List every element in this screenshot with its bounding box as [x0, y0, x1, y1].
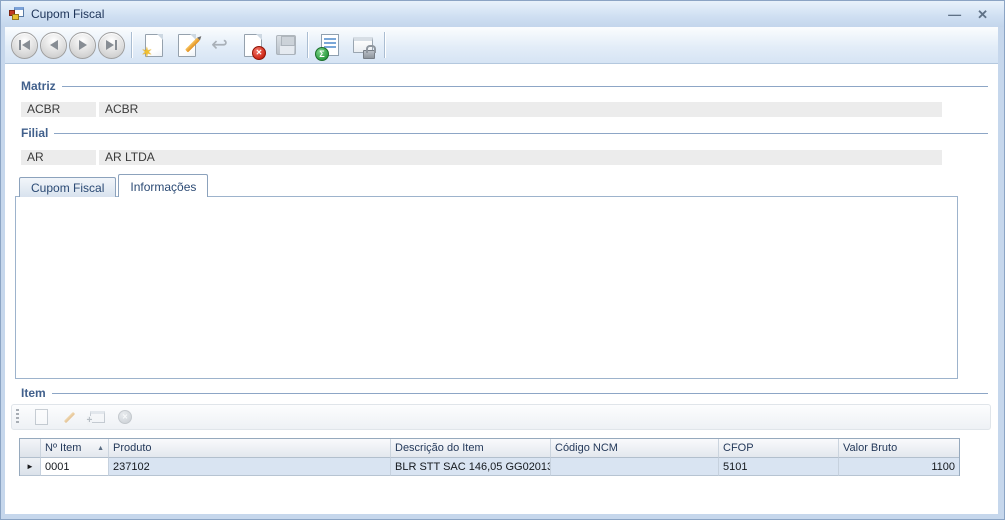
item-insert-window-button[interactable]: +	[87, 407, 107, 427]
column-header-codigo-ncm[interactable]: Código NCM	[551, 439, 719, 458]
cancel-record-button[interactable]: ✕	[237, 30, 268, 61]
filial-group-header: Filial	[21, 126, 988, 140]
first-record-icon	[19, 40, 21, 50]
sigma-icon: Σ	[315, 47, 329, 61]
first-record-button[interactable]	[11, 32, 38, 59]
edit-record-button[interactable]	[171, 30, 202, 61]
save-button[interactable]	[270, 30, 301, 61]
column-header-valor-bruto[interactable]: Valor Bruto	[839, 439, 959, 458]
item-grid: Nº Item ▲ Produto Descrição do Item Códi…	[19, 438, 960, 476]
main-toolbar: ✶ ↩ ✕ Σ	[5, 27, 998, 64]
item-add-button[interactable]	[31, 407, 51, 427]
matriz-code-field[interactable]: ACBR	[21, 102, 96, 117]
last-record-icon	[106, 40, 114, 50]
form-icon-yellow-square	[12, 14, 19, 20]
filial-code-field[interactable]: AR	[21, 150, 96, 165]
item-header-label: Item	[21, 386, 46, 400]
last-record-button[interactable]	[98, 32, 125, 59]
item-window-icon: +	[90, 411, 105, 423]
window-body: ✶ ↩ ✕ Σ	[5, 27, 998, 514]
current-row-marker-icon: ►	[26, 462, 34, 471]
export-spreadsheet-button[interactable]: Σ	[314, 30, 345, 61]
toolbar-separator	[384, 32, 385, 58]
toolbar-separator	[307, 32, 308, 58]
cancel-x-icon: ✕	[252, 46, 266, 60]
cupom-fiscal-window: Cupom Fiscal — ✕ ✶	[0, 0, 1005, 520]
sort-ascending-icon: ▲	[97, 445, 104, 452]
window-title: Cupom Fiscal	[31, 7, 948, 21]
cell-nitem[interactable]: 0001	[41, 458, 109, 476]
row-selector-cell[interactable]: ►	[20, 458, 41, 476]
previous-record-icon	[50, 40, 58, 50]
next-record-button[interactable]	[69, 32, 96, 59]
form-content: Matriz ACBR ACBR Filial AR AR LTDA Cupom…	[5, 64, 998, 514]
item-header-line	[52, 393, 988, 394]
item-edit-button[interactable]	[59, 407, 79, 427]
column-header-cfop[interactable]: CFOP	[719, 439, 839, 458]
cell-valor-bruto[interactable]: 1100	[839, 458, 959, 476]
item-delete-button[interactable]: ✕	[115, 407, 135, 427]
filial-header-line	[54, 133, 988, 134]
grid-header-row: Nº Item ▲ Produto Descrição do Item Códi…	[20, 439, 959, 458]
form-icon	[9, 7, 24, 21]
cell-produto[interactable]: 237102	[109, 458, 391, 476]
matriz-group-header: Matriz	[21, 79, 988, 93]
window-controls: — ✕	[948, 8, 988, 21]
new-star-icon: ✶	[141, 45, 153, 59]
new-record-button[interactable]: ✶	[138, 30, 169, 61]
plus-icon: +	[87, 416, 93, 426]
toolbar-grip-handle[interactable]	[16, 409, 19, 425]
item-toolbar: + ✕	[11, 404, 991, 430]
cell-descricao[interactable]: BLR STT SAC 146,05 GG02013	[391, 458, 551, 476]
item-add-icon	[35, 409, 48, 425]
tabstrip: Cupom Fiscal Informações	[19, 174, 210, 197]
tab-cupom-fiscal[interactable]: Cupom Fiscal	[19, 177, 116, 197]
close-icon[interactable]: ✕	[977, 8, 988, 21]
undo-button[interactable]: ↩	[204, 30, 235, 61]
matriz-header-line	[62, 86, 988, 87]
titlebar[interactable]: Cupom Fiscal — ✕	[1, 1, 1004, 27]
item-delete-x-icon: ✕	[118, 410, 132, 424]
grid-corner-header[interactable]	[20, 439, 41, 458]
column-header-produto[interactable]: Produto	[109, 439, 391, 458]
next-record-icon	[79, 40, 87, 50]
matriz-name-field[interactable]: ACBR	[99, 102, 942, 117]
cell-cfop[interactable]: 5101	[719, 458, 839, 476]
undo-arrow-icon: ↩	[211, 35, 228, 55]
filial-header-label: Filial	[21, 126, 48, 140]
item-group-header: Item	[21, 386, 988, 400]
grid-data-row[interactable]: ► 0001 237102 BLR STT SAC 146,05 GG02013…	[20, 458, 959, 476]
item-edit-pencil-icon	[63, 411, 74, 422]
cell-codigo-ncm[interactable]	[551, 458, 719, 476]
previous-record-button[interactable]	[40, 32, 67, 59]
toolbar-separator	[131, 32, 132, 58]
column-header-descricao[interactable]: Descrição do Item	[391, 439, 551, 458]
informacoes-tab-panel	[15, 196, 958, 379]
minimize-icon[interactable]: —	[948, 8, 961, 21]
tab-informacoes[interactable]: Informações	[118, 174, 208, 197]
matriz-header-label: Matriz	[21, 79, 56, 93]
padlock-icon	[363, 50, 375, 59]
filial-name-field[interactable]: AR LTDA	[99, 150, 942, 165]
lock-window-button[interactable]	[347, 30, 378, 61]
save-floppy-icon	[276, 35, 296, 55]
column-header-nitem[interactable]: Nº Item ▲	[41, 439, 109, 458]
